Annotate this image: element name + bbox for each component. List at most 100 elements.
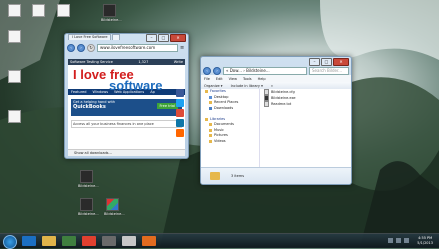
explorer-body: Favorites Desktop Recent Places Download…	[201, 89, 351, 168]
close-button[interactable]: ✕	[333, 58, 349, 66]
menu-icon[interactable]: ≡	[180, 45, 186, 51]
pictures-icon	[209, 134, 212, 138]
organize-button[interactable]: Organize ▾	[204, 84, 223, 88]
ad-subline: Access all your business finances in one…	[71, 120, 182, 128]
document-icon	[56, 4, 70, 17]
rss-icon[interactable]	[176, 129, 184, 137]
explorer-address-row: ‹ › « Dow... › Bildsteine... Search Bild…	[201, 67, 351, 75]
address-bar[interactable]: « Dow... › Bildsteine...	[223, 67, 307, 75]
videos-icon	[209, 139, 212, 143]
clock[interactable]: 4:55 PM 5/1/2013	[417, 236, 433, 246]
desktop-icon[interactable]: Bildsteine...	[78, 198, 99, 216]
file-icon	[7, 30, 21, 43]
write-link[interactable]: Write	[174, 59, 183, 65]
folder-icon	[209, 101, 212, 105]
twitter-icon[interactable]	[176, 99, 184, 107]
minimize-button[interactable]: –	[146, 34, 157, 42]
desktop-icon[interactable]: Bildsteine...	[78, 170, 99, 188]
logo-software: software	[109, 77, 163, 93]
volume-icon[interactable]	[404, 238, 409, 243]
maximize-button[interactable]: □	[321, 58, 332, 66]
new-tab[interactable]	[112, 34, 121, 40]
back-icon[interactable]: ‹	[203, 67, 211, 75]
desktop-icon[interactable]	[30, 4, 46, 18]
url-input[interactable]: www.ilovefreesoftware.com	[97, 44, 178, 52]
menu-file[interactable]: File	[204, 77, 210, 81]
folder-icon	[210, 172, 220, 180]
nav-label: Videos	[214, 138, 226, 143]
file-icon	[7, 110, 21, 123]
explorer-window[interactable]: – □ ✕ ‹ › « Dow... › Bildsteine... Searc…	[200, 56, 352, 185]
more-commands-button[interactable]: »	[271, 84, 273, 88]
show-downloads-link[interactable]: Show all downloads...	[74, 151, 112, 155]
browser-tab[interactable]: I Love Free Software	[68, 34, 112, 40]
menu-edit[interactable]: Edit	[216, 77, 223, 81]
menu-view[interactable]: View	[229, 77, 237, 81]
forward-icon[interactable]: ›	[213, 67, 221, 75]
file-name: Readme.txt	[271, 102, 292, 106]
library-icon	[205, 117, 208, 121]
taskbar: 4:55 PM 5/1/2013	[0, 233, 439, 249]
browser-window[interactable]: I Love Free Software – □ ✕ ‹ › ↻ www.ilo…	[64, 33, 189, 159]
download-bar[interactable]: Show all downloads...	[68, 149, 185, 156]
site-topbar-text[interactable]: Software Testing Service	[70, 59, 113, 65]
file-item[interactable]: Readme.txt	[261, 101, 351, 107]
desktop-icon[interactable]	[6, 110, 22, 124]
firefox-icon[interactable]	[142, 236, 156, 246]
desktop-icon[interactable]	[6, 30, 22, 44]
network-icon[interactable]	[396, 238, 401, 243]
back-icon[interactable]: ‹	[67, 44, 75, 52]
download-icon	[209, 106, 212, 110]
file-icon	[7, 70, 21, 83]
free-trial-button[interactable]: Free trial	[156, 103, 178, 109]
search-input[interactable]: Search Bilder...	[309, 67, 349, 75]
media-icon[interactable]	[62, 236, 76, 246]
program-icon	[79, 170, 93, 183]
item-count: 3 items	[231, 174, 245, 178]
documents-icon	[209, 123, 212, 127]
minimize-button[interactable]: –	[309, 58, 320, 66]
internet-explorer-icon[interactable]	[22, 236, 36, 246]
reload-icon[interactable]: ↻	[87, 44, 95, 52]
forward-icon[interactable]: ›	[77, 44, 85, 52]
nav-featured[interactable]: Featured	[71, 89, 86, 95]
nav-label: Downloads	[214, 105, 234, 110]
app-icon[interactable]	[102, 236, 116, 246]
file-list: Bildsteine.cfg Bildsteine.exe Readme.txt	[261, 89, 351, 107]
desktop-icon[interactable]	[6, 70, 22, 84]
close-button[interactable]: ✕	[170, 34, 186, 42]
music-icon	[209, 128, 212, 132]
file-icon	[7, 4, 21, 17]
facebook-icon[interactable]	[176, 89, 184, 97]
include-in-library-button[interactable]: Include in library ▾	[231, 84, 263, 88]
image-icon	[105, 198, 119, 211]
quickbooks-ad[interactable]: Get a helping hand with QuickBooks Free …	[71, 99, 182, 116]
text-file-icon	[264, 101, 269, 107]
like-count: 1,327	[138, 60, 149, 64]
clock-date: 5/1/2013	[417, 241, 433, 245]
desktop-icon[interactable]: Bildsteine...	[104, 198, 125, 216]
chrome-icon[interactable]	[82, 236, 96, 246]
flag-icon[interactable]	[388, 238, 393, 243]
browser-toolbar: ‹ › ↻ www.ilovefreesoftware.com ≡	[65, 44, 188, 52]
menu-bar: File Edit View Tools Help	[201, 75, 351, 82]
social-sidebar	[176, 89, 184, 139]
desktop-icon[interactable]	[6, 4, 22, 18]
menu-help[interactable]: Help	[258, 77, 266, 81]
window-icon	[102, 4, 116, 17]
desktop-icon[interactable]: Bildsteine...	[101, 4, 122, 22]
system-tray	[388, 238, 409, 243]
menu-tools[interactable]: Tools	[243, 77, 252, 81]
desktop-icon	[209, 95, 212, 99]
window-controls: – □ ✕	[309, 58, 349, 66]
maximize-button[interactable]: □	[158, 34, 169, 42]
googleplus-icon[interactable]	[176, 109, 184, 117]
details-pane: 3 items	[201, 167, 351, 184]
linkedin-icon[interactable]	[176, 119, 184, 127]
nav-videos[interactable]: Videos	[201, 139, 259, 145]
explorer-icon[interactable]	[42, 236, 56, 246]
app-icon[interactable]	[122, 236, 136, 246]
navigation-pane: Favorites Desktop Recent Places Download…	[201, 89, 260, 168]
desktop-icon[interactable]	[55, 4, 71, 18]
explorer-titlebar[interactable]: – □ ✕	[201, 57, 351, 67]
